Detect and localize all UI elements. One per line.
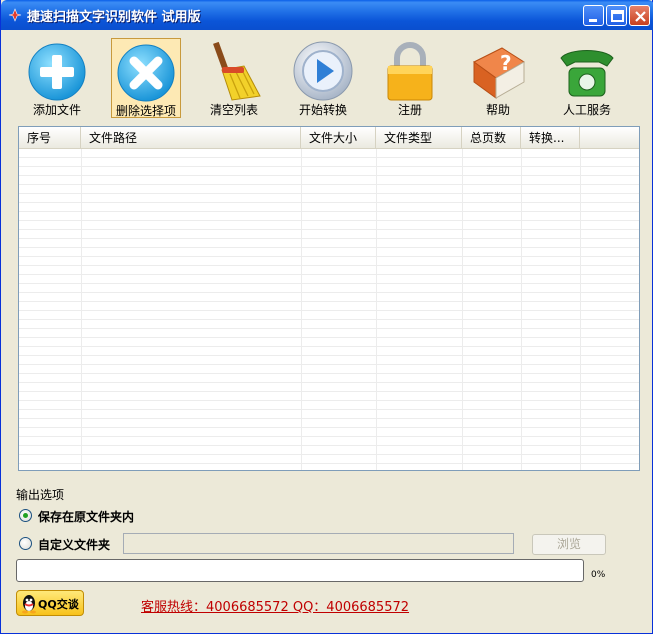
table-row bbox=[19, 302, 639, 311]
title-bar[interactable]: 捷速扫描文字识别软件 试用版 bbox=[1, 0, 653, 30]
delete-icon bbox=[117, 44, 175, 102]
column-divider bbox=[301, 149, 302, 470]
maximize-button[interactable] bbox=[606, 5, 627, 26]
delete-selected-button[interactable]: 删除选择项 bbox=[111, 38, 181, 118]
browse-button[interactable]: 浏览 bbox=[532, 534, 606, 555]
column-header-pages[interactable]: 总页数 bbox=[462, 127, 521, 149]
table-row bbox=[19, 158, 639, 167]
table-row bbox=[19, 149, 639, 158]
lock-icon bbox=[387, 42, 433, 101]
qq-chat-label: QQ交谈 bbox=[38, 598, 79, 611]
table-row bbox=[19, 257, 639, 266]
minimize-icon bbox=[589, 19, 597, 22]
add-file-label: 添加文件 bbox=[32, 103, 81, 117]
table-row bbox=[19, 185, 639, 194]
close-icon bbox=[635, 11, 646, 22]
table-row bbox=[19, 464, 639, 470]
column-divider bbox=[580, 149, 581, 470]
column-divider bbox=[376, 149, 377, 470]
table-row bbox=[19, 428, 639, 437]
file-list-table[interactable]: 序号 文件路径 文件大小 文件类型 总页数 转换... bbox=[18, 126, 640, 471]
table-row bbox=[19, 239, 639, 248]
help-label: 帮助 bbox=[485, 103, 510, 117]
column-header-type[interactable]: 文件类型 bbox=[376, 127, 462, 149]
svg-text:?: ? bbox=[500, 51, 512, 75]
table-row bbox=[19, 221, 639, 230]
minimize-button[interactable] bbox=[583, 5, 604, 26]
column-header-convert[interactable]: 转换... bbox=[521, 127, 580, 149]
table-row bbox=[19, 374, 639, 383]
table-row bbox=[19, 212, 639, 221]
clear-list-label: 清空列表 bbox=[209, 103, 258, 117]
table-row bbox=[19, 167, 639, 176]
table-row bbox=[19, 203, 639, 212]
column-divider bbox=[521, 149, 522, 470]
delete-selected-label: 删除选择项 bbox=[115, 104, 176, 118]
table-row bbox=[19, 338, 639, 347]
table-row bbox=[19, 365, 639, 374]
table-row bbox=[19, 383, 639, 392]
manual-service-button[interactable]: 人工服务 bbox=[549, 38, 625, 118]
help-button[interactable]: ? 帮助 bbox=[463, 38, 533, 118]
column-header-index[interactable]: 序号 bbox=[19, 127, 81, 149]
column-divider bbox=[81, 149, 82, 470]
table-row bbox=[19, 401, 639, 410]
custom-folder-radio[interactable] bbox=[19, 537, 32, 550]
radio-selected-dot bbox=[23, 513, 28, 518]
custom-folder-label[interactable]: 自定义文件夹 bbox=[38, 536, 110, 553]
table-row bbox=[19, 437, 639, 446]
column-divider bbox=[462, 149, 463, 470]
table-row bbox=[19, 419, 639, 428]
qq-penguin-icon bbox=[22, 595, 36, 614]
help-book-icon: ? bbox=[473, 47, 525, 99]
play-icon bbox=[293, 41, 353, 101]
table-row bbox=[19, 329, 639, 338]
start-convert-button[interactable]: 开始转换 bbox=[285, 38, 361, 118]
save-original-radio[interactable] bbox=[19, 509, 32, 522]
start-convert-label: 开始转换 bbox=[298, 103, 347, 117]
table-row bbox=[19, 176, 639, 185]
window-title: 捷速扫描文字识别软件 试用版 bbox=[27, 10, 201, 25]
output-options-title: 输出选项 bbox=[16, 488, 65, 502]
main-window: 捷速扫描文字识别软件 试用版 添加文件 删除选择项 清空列表 开始转换 注册 ?… bbox=[0, 0, 653, 634]
table-row bbox=[19, 347, 639, 356]
table-row bbox=[19, 410, 639, 419]
table-row bbox=[19, 248, 639, 257]
table-row bbox=[19, 275, 639, 284]
add-file-button[interactable]: 添加文件 bbox=[19, 38, 95, 118]
table-row bbox=[19, 356, 639, 365]
qq-chat-button[interactable]: QQ交谈 bbox=[16, 590, 84, 616]
register-button[interactable]: 注册 bbox=[375, 38, 445, 118]
table-row bbox=[19, 266, 639, 275]
clear-list-button[interactable]: 清空列表 bbox=[197, 38, 271, 118]
table-row bbox=[19, 284, 639, 293]
broom-icon bbox=[213, 41, 261, 101]
table-row bbox=[19, 392, 639, 401]
register-label: 注册 bbox=[397, 103, 422, 117]
column-header-extra bbox=[580, 127, 639, 149]
maximize-icon bbox=[611, 10, 624, 22]
manual-service-label: 人工服务 bbox=[562, 103, 611, 117]
add-icon bbox=[28, 43, 86, 101]
phone-icon bbox=[560, 50, 614, 97]
save-original-label[interactable]: 保存在原文件夹内 bbox=[38, 508, 134, 525]
table-row bbox=[19, 194, 639, 203]
table-row bbox=[19, 320, 639, 329]
table-row bbox=[19, 293, 639, 302]
table-row bbox=[19, 311, 639, 320]
column-header-path[interactable]: 文件路径 bbox=[81, 127, 301, 149]
app-icon bbox=[8, 8, 22, 22]
service-hotline-link[interactable]: 客服热线：4006685572 QQ：4006685572 bbox=[141, 596, 409, 615]
custom-folder-input[interactable] bbox=[123, 533, 514, 554]
table-row bbox=[19, 455, 639, 464]
table-row bbox=[19, 230, 639, 239]
conversion-progress-bar bbox=[16, 559, 584, 582]
progress-percent: 0% bbox=[591, 570, 606, 580]
table-row bbox=[19, 446, 639, 455]
column-header-size[interactable]: 文件大小 bbox=[301, 127, 376, 149]
table-header: 序号 文件路径 文件大小 文件类型 总页数 转换... bbox=[19, 127, 639, 149]
close-button[interactable] bbox=[629, 5, 650, 26]
